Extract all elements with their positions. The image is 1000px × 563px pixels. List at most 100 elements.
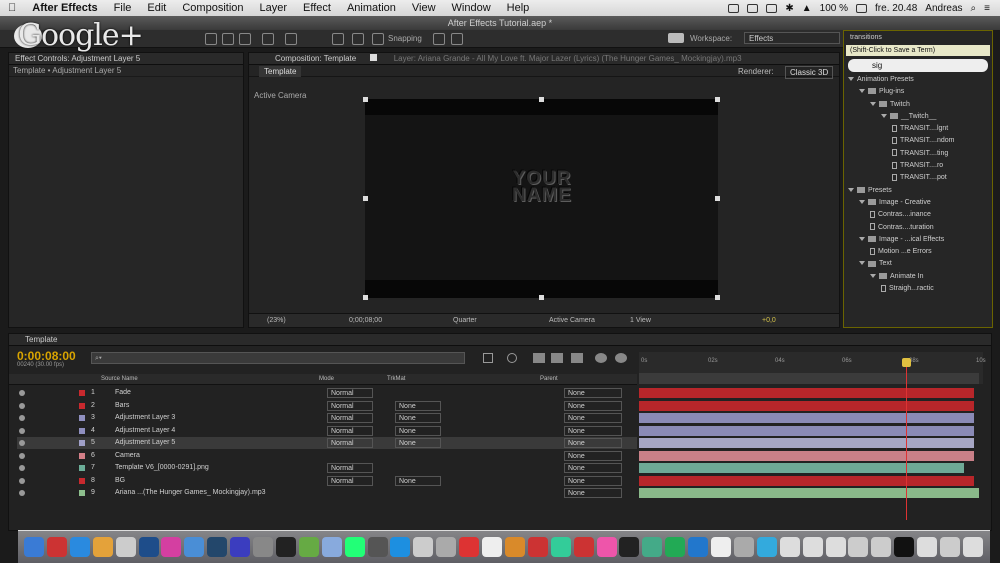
dock-app-icon[interactable] [207, 537, 228, 557]
layer-row[interactable]: 3 Adjustment Layer 3 Normal None None [17, 412, 637, 424]
preset-tree-item[interactable]: TRANSIT....ting [848, 148, 992, 160]
disclosure-triangle-icon[interactable] [859, 236, 865, 241]
layer-duration-bar[interactable] [639, 425, 974, 436]
transform-handle[interactable] [363, 97, 368, 102]
preset-tree-item[interactable]: Contras....inance [848, 209, 992, 221]
current-time-indicator[interactable] [906, 360, 907, 520]
dock-app-icon[interactable] [894, 537, 915, 557]
dock-app-icon[interactable] [184, 537, 205, 557]
label-color-swatch[interactable] [79, 477, 85, 484]
dock-app-icon[interactable] [665, 537, 686, 557]
layer-mode-select[interactable]: Normal [327, 475, 373, 486]
trkmat-select[interactable]: None [395, 425, 441, 436]
visibility-eye-icon[interactable] [19, 490, 25, 496]
wifi-icon[interactable]: ▲ [802, 3, 812, 14]
disclosure-triangle-icon[interactable] [859, 199, 865, 204]
transform-handle[interactable] [715, 196, 720, 201]
brainstorm-icon[interactable] [615, 353, 627, 363]
transform-handle[interactable] [363, 295, 368, 300]
dock-app-icon[interactable] [161, 537, 182, 557]
layer-row[interactable]: 2 Bars Normal None None [17, 400, 637, 412]
timeline-timecode[interactable]: 0:00:08:00 [17, 349, 76, 363]
dock-app-icon[interactable] [321, 537, 342, 557]
layer-row[interactable]: 7 Template V6_[0000-0291].png Normal None [17, 462, 637, 474]
dock-app-icon[interactable] [825, 537, 846, 557]
preset-tree-item[interactable]: TRANSIT....lgnt [848, 123, 992, 135]
label-color-swatch[interactable] [79, 427, 85, 434]
clock[interactable]: fre. 20.48 [875, 3, 917, 14]
dock-app-icon[interactable] [504, 537, 525, 557]
dock-app-icon[interactable] [756, 537, 777, 557]
disclosure-triangle-icon[interactable] [870, 101, 876, 106]
snap-extra-icon[interactable] [451, 33, 463, 45]
dock-app-icon[interactable] [275, 537, 296, 557]
brush-tool-icon[interactable] [239, 33, 251, 45]
parent-select[interactable]: None [564, 450, 622, 461]
text-tool-icon[interactable] [222, 33, 234, 45]
visibility-eye-icon[interactable] [19, 390, 25, 396]
preset-tree-item[interactable]: Straigh...ractic [848, 283, 992, 295]
preset-tree-item[interactable]: TRANSIT....pot [848, 172, 992, 184]
visibility-eye-icon[interactable] [19, 452, 25, 459]
dock-app-icon[interactable] [24, 537, 44, 557]
timeline-tab[interactable]: Template [9, 334, 991, 346]
layer-mode-select[interactable]: Normal [327, 438, 373, 448]
snap-icon[interactable] [433, 33, 445, 45]
dock-app-icon[interactable] [138, 537, 159, 557]
disclosure-triangle-icon[interactable] [848, 187, 854, 192]
parent-select[interactable]: None [564, 475, 622, 486]
preset-tree-item[interactable]: Presets [848, 185, 992, 197]
dock-app-icon[interactable] [413, 537, 434, 557]
snapping-checkbox[interactable] [372, 33, 384, 45]
preset-tree-item[interactable]: Animate In [848, 271, 992, 283]
parent-select[interactable]: None [564, 400, 622, 411]
layer-name[interactable]: Adjustment Layer 3 [115, 412, 315, 424]
layer-mode-select[interactable]: Normal [327, 400, 373, 411]
frame-blending-icon[interactable] [551, 353, 563, 363]
label-color-swatch[interactable] [79, 490, 85, 496]
visibility-eye-icon[interactable] [19, 477, 25, 484]
preset-tree-item[interactable]: TRANSIT....ndom [848, 135, 992, 147]
dock-app-icon[interactable] [230, 537, 251, 557]
visibility-eye-icon[interactable] [19, 415, 25, 421]
status-icon[interactable] [728, 3, 740, 13]
preset-tree-item[interactable]: Motion ...e Errors [848, 246, 992, 258]
menu-window[interactable]: Window [444, 2, 499, 14]
dock-app-icon[interactable] [298, 537, 319, 557]
label-color-swatch[interactable] [79, 465, 85, 471]
menu-help[interactable]: Help [499, 2, 538, 14]
visibility-eye-icon[interactable] [19, 440, 25, 446]
transform-handle[interactable] [715, 97, 720, 102]
visibility-eye-icon[interactable] [19, 427, 25, 434]
layer-name[interactable]: BG [115, 475, 315, 487]
camera-select[interactable]: Active Camera [549, 314, 595, 328]
renderer-select[interactable]: Classic 3D [785, 66, 834, 79]
label-color-swatch[interactable] [79, 390, 85, 396]
layer-name[interactable]: Adjustment Layer 4 [115, 425, 315, 437]
dock-app-icon[interactable] [482, 537, 502, 557]
menu-edit[interactable]: Edit [139, 2, 174, 14]
dock-app-icon[interactable] [917, 537, 938, 557]
dock-app-icon[interactable] [711, 537, 731, 557]
layer-row[interactable]: 5 Adjustment Layer 5 Normal None None [17, 437, 637, 449]
layer-duration-bar[interactable] [639, 413, 974, 423]
layer-duration-bar[interactable] [639, 475, 974, 486]
preset-tree-item[interactable]: Image - ...ical Effects [848, 234, 992, 246]
menu-file[interactable]: File [106, 2, 140, 14]
dock-app-icon[interactable] [688, 537, 709, 557]
dock-app-icon[interactable] [550, 537, 571, 557]
dock-app-icon[interactable] [69, 537, 90, 557]
dock-app-icon[interactable] [642, 537, 663, 557]
layer-row[interactable]: 9 Ariana ...(The Hunger Games_ Mockingjay… [17, 487, 637, 499]
layer-mode-select[interactable]: Normal [327, 425, 373, 436]
airplay-icon[interactable] [766, 3, 778, 13]
dock-app-icon[interactable] [390, 537, 411, 557]
layer-mode-select[interactable]: Normal [327, 388, 373, 398]
layer-name[interactable]: Template V6_[0000-0291].png [115, 462, 315, 474]
dock-app-icon[interactable] [367, 537, 388, 557]
preset-tree-item[interactable]: Plug-ins [848, 86, 992, 98]
col-trkmat[interactable]: TrkMat [387, 374, 405, 385]
parent-select[interactable]: None [564, 388, 622, 398]
col-parent[interactable]: Parent [540, 374, 558, 385]
visibility-eye-icon[interactable] [19, 465, 25, 471]
